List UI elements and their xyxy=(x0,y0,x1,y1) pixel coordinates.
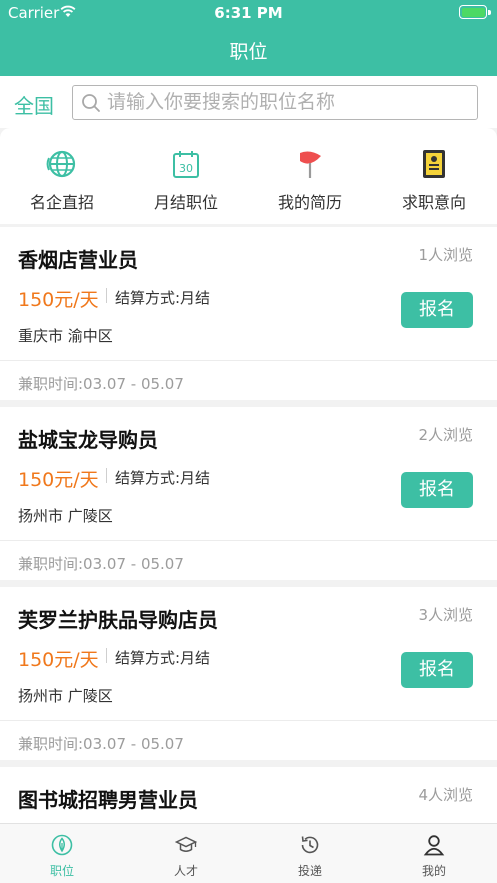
tab-jobs[interactable]: 职位 xyxy=(0,824,124,883)
header: Carrier 6:31 PM 职位 xyxy=(0,0,497,76)
job-card[interactable]: 图书城招聘男营业员 4人浏览 xyxy=(0,767,497,823)
search-bar: 全国 xyxy=(0,76,497,128)
view-count: 4人浏览 xyxy=(418,786,473,804)
view-count: 2人浏览 xyxy=(418,426,473,444)
tab-label: 职位 xyxy=(49,864,74,878)
status-bar: Carrier 6:31 PM xyxy=(0,0,497,26)
job-card[interactable]: 盐城宝龙导购员 2人浏览 150元/天 结算方式:月结 扬州市 广陵区 报名 兼… xyxy=(0,407,497,580)
settlement-method: 结算方式:月结 xyxy=(115,469,211,487)
drop-icon xyxy=(51,834,73,856)
resume-card-icon xyxy=(423,150,445,178)
job-location: 扬州市 广陵区 xyxy=(18,687,113,705)
job-title: 香烟店营业员 xyxy=(18,248,138,272)
category-row: 名企直招 30 月结职位 我的简历 求职意向 xyxy=(0,128,497,224)
category-label: 求职意向 xyxy=(401,193,466,212)
tab-label: 我的 xyxy=(421,864,446,878)
graduation-cap-icon xyxy=(175,836,197,852)
city-selector[interactable]: 全国 xyxy=(14,90,54,119)
divider xyxy=(106,468,107,483)
divider xyxy=(0,720,497,721)
category-famous-companies[interactable]: 名企直招 xyxy=(0,128,124,224)
work-period: 兼职时间:03.07 - 05.07 xyxy=(18,375,184,393)
job-wage: 150元/天 xyxy=(18,649,99,671)
divider xyxy=(106,288,107,303)
apply-button[interactable]: 报名 xyxy=(401,472,473,508)
calendar-icon: 30 xyxy=(173,151,199,178)
tab-label: 投递 xyxy=(297,864,322,878)
job-location: 扬州市 广陵区 xyxy=(18,507,113,525)
divider xyxy=(0,540,497,541)
category-job-intention[interactable]: 求职意向 xyxy=(372,128,496,224)
globe-icon xyxy=(46,150,76,178)
category-monthly-jobs[interactable]: 30 月结职位 xyxy=(124,128,248,224)
settlement-method: 结算方式:月结 xyxy=(115,649,211,667)
category-label: 名企直招 xyxy=(29,193,94,212)
flag-icon xyxy=(300,151,321,178)
apply-button[interactable]: 报名 xyxy=(401,292,473,328)
work-period: 兼职时间:03.07 - 05.07 xyxy=(18,735,184,753)
person-icon xyxy=(423,835,445,856)
category-label: 我的简历 xyxy=(277,193,342,212)
view-count: 3人浏览 xyxy=(418,606,473,624)
view-count: 1人浏览 xyxy=(418,246,473,264)
category-label: 月结职位 xyxy=(153,193,218,212)
settlement-method: 结算方式:月结 xyxy=(115,289,211,307)
job-card[interactable]: 芙罗兰护肤品导购店员 3人浏览 150元/天 结算方式:月结 扬州市 广陵区 报… xyxy=(0,587,497,760)
search-box[interactable] xyxy=(72,85,478,120)
job-card[interactable]: 香烟店营业员 1人浏览 150元/天 结算方式:月结 重庆市 渝中区 报名 兼职… xyxy=(0,227,497,400)
tab-applications[interactable]: 投递 xyxy=(248,824,372,883)
battery-tip xyxy=(488,10,491,15)
apply-button[interactable]: 报名 xyxy=(401,652,473,688)
divider xyxy=(106,648,107,663)
svg-text:30: 30 xyxy=(179,162,193,175)
battery-icon xyxy=(459,5,487,19)
job-title: 盐城宝龙导购员 xyxy=(18,428,158,452)
search-input[interactable] xyxy=(107,89,467,115)
category-my-resume[interactable]: 我的简历 xyxy=(248,128,372,224)
clock: 6:31 PM xyxy=(214,4,283,22)
tab-label: 人才 xyxy=(173,864,198,878)
job-wage: 150元/天 xyxy=(18,469,99,491)
history-icon xyxy=(301,836,319,854)
divider xyxy=(0,360,497,361)
work-period: 兼职时间:03.07 - 05.07 xyxy=(18,555,184,573)
job-location: 重庆市 渝中区 xyxy=(18,327,113,345)
job-title: 图书城招聘男营业员 xyxy=(18,788,198,812)
search-icon xyxy=(82,94,100,112)
tab-talent[interactable]: 人才 xyxy=(124,824,248,883)
tab-bar: 职位 人才 投递 我的 xyxy=(0,823,497,883)
job-title: 芙罗兰护肤品导购店员 xyxy=(18,608,218,632)
tab-profile[interactable]: 我的 xyxy=(372,824,496,883)
page-title: 职位 xyxy=(229,41,268,63)
job-wage: 150元/天 xyxy=(18,289,99,311)
